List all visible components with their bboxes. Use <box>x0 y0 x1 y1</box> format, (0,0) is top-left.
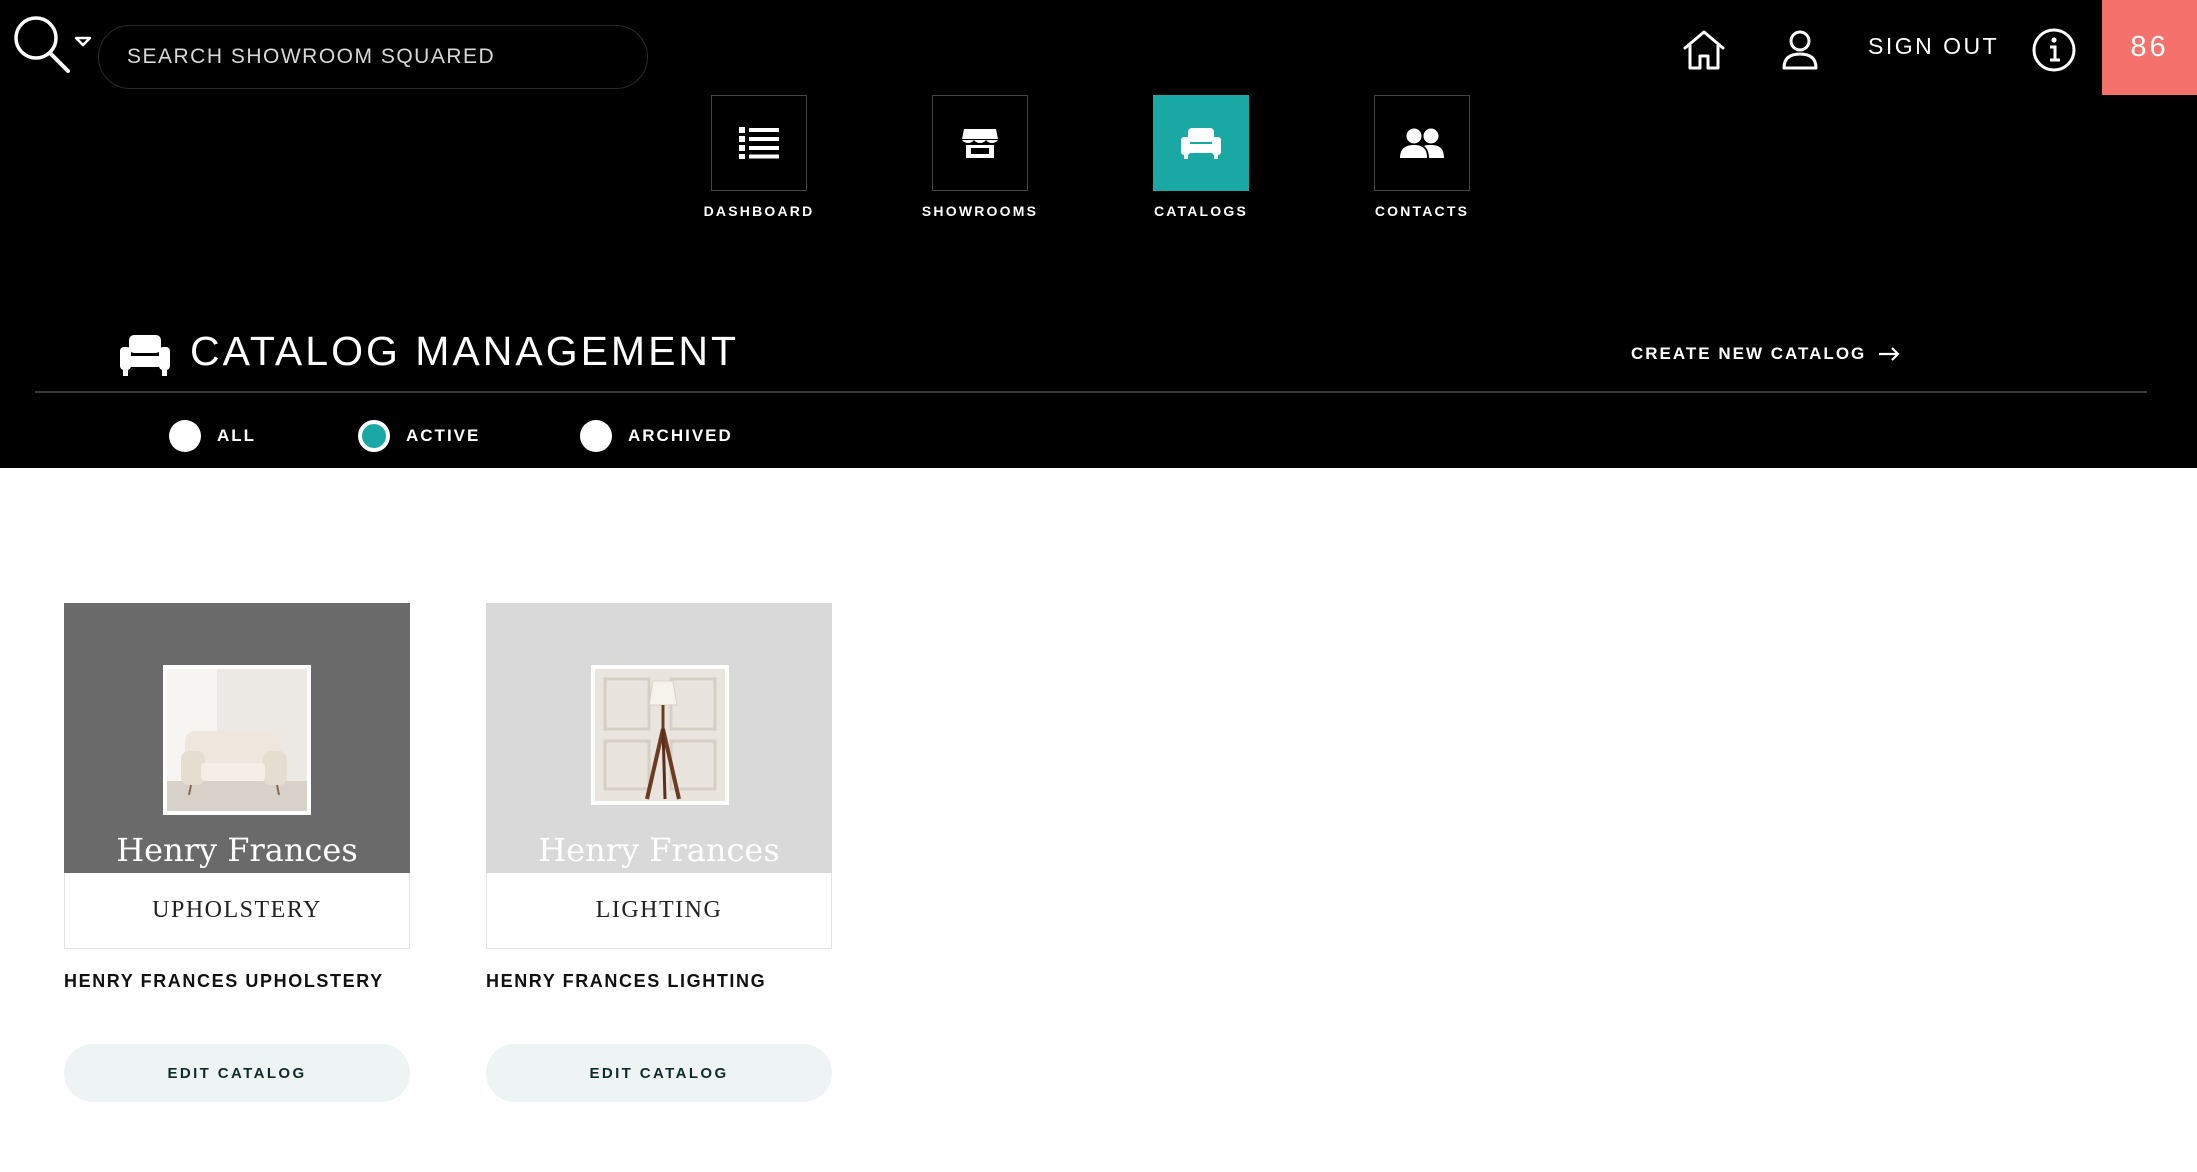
filter-active-radio[interactable]: ACTIVE <box>358 420 480 452</box>
nav-label: DASHBOARD <box>703 203 815 219</box>
page-title: CATALOG MANAGEMENT <box>190 328 740 374</box>
nav-tile <box>932 95 1028 191</box>
info-button[interactable] <box>2030 26 2078 74</box>
catalog-photo <box>591 665 729 805</box>
catalog-name: HENRY FRANCES UPHOLSTERY <box>64 971 384 991</box>
filter-archived-radio[interactable]: ARCHIVED <box>580 420 733 452</box>
catalog-card: Henry Frances UPHOLSTERY HENRY FRANCES U… <box>64 603 410 1102</box>
nav-label: CATALOGS <box>1153 203 1249 219</box>
catalog-brand: Henry Frances <box>116 831 358 869</box>
create-new-catalog-link[interactable]: CREATE NEW CATALOG <box>1631 344 1900 364</box>
info-icon <box>2032 28 2076 72</box>
catalog-thumbnail[interactable]: Henry Frances <box>486 603 832 873</box>
nav-dashboard[interactable]: DASHBOARD <box>679 95 839 219</box>
nav-label: SHOWROOMS <box>921 203 1039 219</box>
filter-all-radio[interactable]: ALL <box>169 420 256 452</box>
nav-tile <box>1153 95 1249 191</box>
armchair-icon <box>1181 128 1221 159</box>
search-menu-toggle[interactable] <box>10 12 100 78</box>
nav-contacts[interactable]: CONTACTS <box>1342 95 1502 219</box>
catalog-card: Henry Frances LIGHTING HENRY FRANCES LIG… <box>486 603 832 1102</box>
home-icon <box>1683 30 1725 70</box>
armchair-icon <box>120 335 170 376</box>
search-input[interactable] <box>98 25 648 89</box>
sofa-photo-icon <box>167 669 307 811</box>
radio-button <box>169 420 201 452</box>
radio-button <box>580 420 612 452</box>
nav-label: CONTACTS <box>1374 203 1470 219</box>
edit-catalog-button[interactable]: EDIT CATALOG <box>64 1044 410 1102</box>
home-button[interactable] <box>1680 26 1728 74</box>
edit-catalog-button[interactable]: EDIT CATALOG <box>486 1044 832 1102</box>
nav-tile <box>1374 95 1470 191</box>
radio-button <box>358 420 390 452</box>
filter-label: ACTIVE <box>406 426 481 445</box>
nav-showrooms[interactable]: SHOWROOMS <box>900 95 1060 219</box>
sign-out-link[interactable]: SIGN OUT <box>1868 33 1999 60</box>
header-bar: SIGN OUT 86 DASHBOARD <box>0 0 2197 468</box>
search-icon <box>14 16 92 73</box>
catalog-name: HENRY FRANCES LIGHTING <box>486 971 767 991</box>
user-icon <box>1782 30 1818 70</box>
notification-badge[interactable]: 86 <box>2102 0 2197 95</box>
nav-catalogs[interactable]: CATALOGS <box>1121 95 1281 219</box>
list-icon <box>739 127 779 159</box>
people-icon <box>1400 128 1444 158</box>
catalog-thumbnail[interactable]: Henry Frances <box>64 603 410 873</box>
nav-tile <box>711 95 807 191</box>
storefront-icon <box>962 129 998 158</box>
lamp-photo-icon <box>595 669 725 801</box>
catalog-subtitle: UPHOLSTERY <box>64 873 410 949</box>
catalog-photo <box>163 665 311 815</box>
filter-label: ALL <box>217 426 257 445</box>
filter-label: ARCHIVED <box>628 426 733 445</box>
create-new-catalog-label: CREATE NEW CATALOG <box>1631 344 1867 363</box>
catalog-subtitle: LIGHTING <box>486 873 832 949</box>
profile-button[interactable] <box>1776 26 1824 74</box>
header-divider <box>35 391 2147 393</box>
catalog-brand: Henry Frances <box>538 831 780 869</box>
arrow-right-icon <box>1879 347 1900 361</box>
